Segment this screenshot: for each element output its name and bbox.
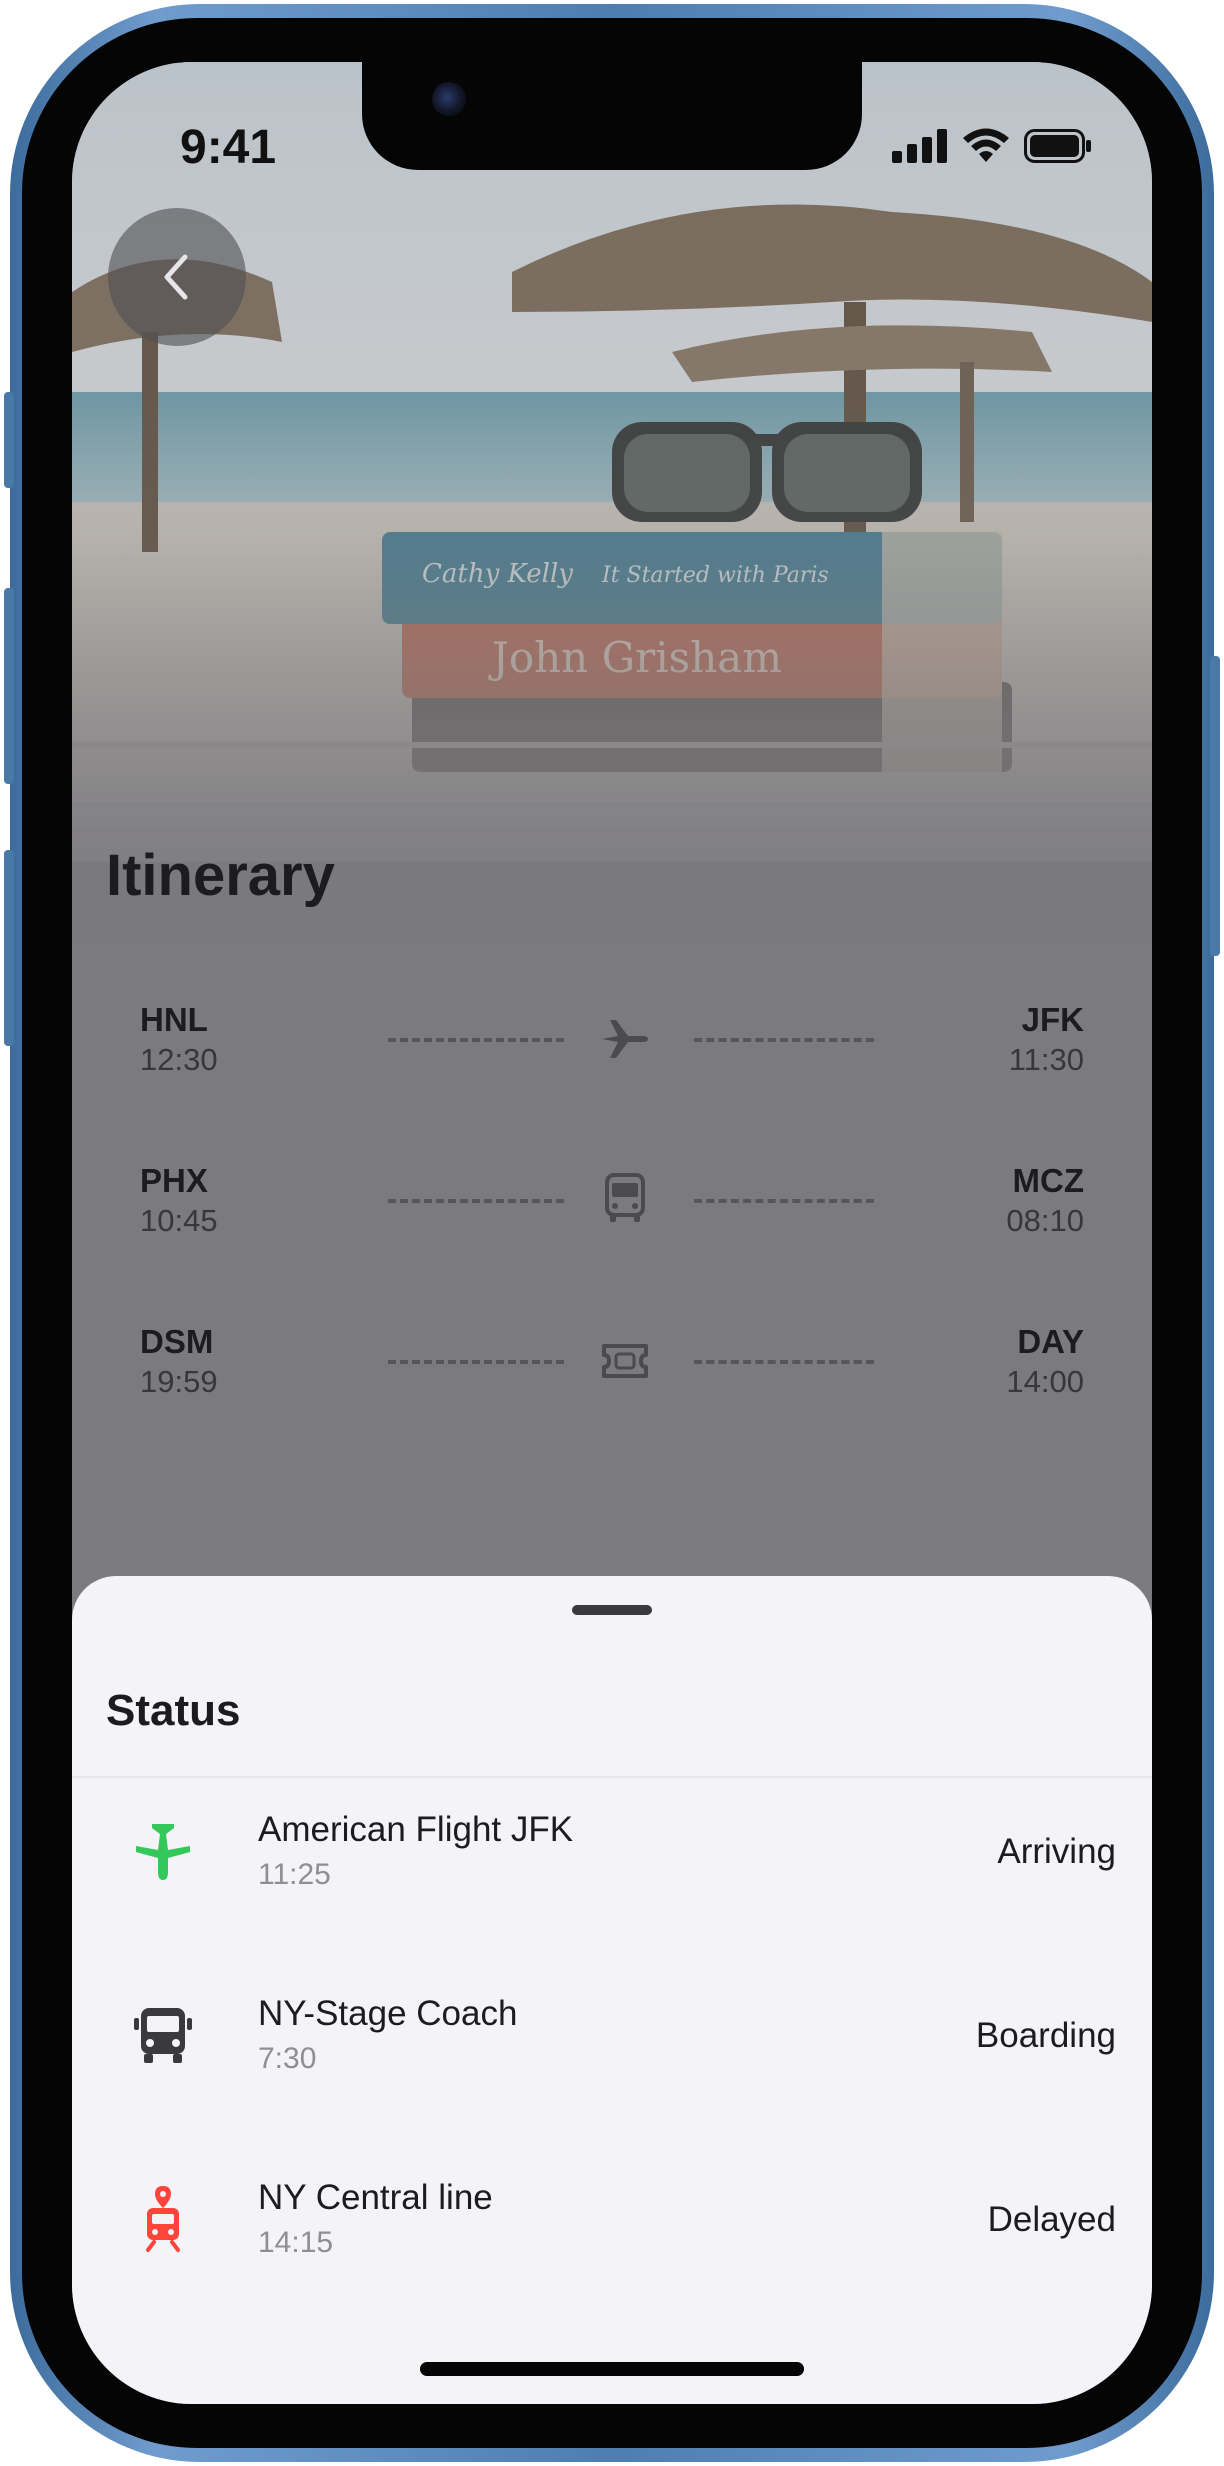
itinerary-row[interactable]: PHX 10:45 MCZ 08:10 — [140, 1161, 1084, 1261]
itinerary-row[interactable]: HNL 12:30 JFK 11:30 — [140, 1000, 1084, 1100]
wifi-icon — [963, 128, 1009, 162]
destination: MCZ 08:10 — [1006, 1161, 1084, 1241]
route-line-right — [694, 1038, 874, 1042]
destination-code: MCZ — [1012, 1162, 1084, 1199]
front-camera — [432, 82, 466, 116]
route-line-right — [694, 1360, 874, 1364]
status-item-name: NY-Stage Coach — [258, 1994, 518, 2033]
destination-time: 08:10 — [1006, 1203, 1084, 1238]
dynamic-notch — [362, 62, 862, 170]
train-icon — [146, 2186, 180, 2252]
action-button — [4, 392, 14, 488]
status-item-time: 14:15 — [258, 2226, 334, 2259]
status-list-item[interactable]: NY Central line 14:15 Delayed — [72, 2164, 1152, 2284]
status-item-state: Boarding — [975, 2016, 1116, 2055]
page-title: Itinerary — [106, 843, 335, 908]
destination-code: DAY — [1017, 1323, 1084, 1360]
destination: JFK 11:30 — [1009, 1000, 1084, 1080]
sheet-grabber[interactable] — [572, 1605, 652, 1615]
status-list-item[interactable]: NY-Stage Coach 7:30 Boarding — [72, 1980, 1152, 2100]
divider — [72, 1776, 1152, 1778]
screen: Cathy Kelly It Started with Paris John G… — [72, 62, 1152, 2404]
volume-up-button — [4, 588, 14, 784]
origin: PHX 10:45 — [140, 1161, 218, 1241]
origin: HNL 12:30 — [140, 1000, 218, 1080]
home-indicator[interactable] — [420, 2362, 804, 2376]
status-item-state: Delayed — [987, 2200, 1116, 2239]
status-bottom-sheet[interactable]: Status American Flight JFK 11:25 Arrivin… — [72, 1576, 1152, 2404]
battery-icon — [1024, 129, 1091, 163]
status-item-state: Arriving — [997, 1832, 1116, 1871]
route-line-left — [388, 1199, 564, 1203]
origin-time: 12:30 — [140, 1042, 218, 1077]
status-item-name: American Flight JFK — [258, 1810, 574, 1849]
ticket-icon — [602, 1344, 648, 1378]
bus-icon — [134, 2008, 192, 2063]
airplane-icon — [602, 1020, 648, 1058]
origin: DSM 19:59 — [140, 1322, 218, 1402]
destination-code: JFK — [1021, 1001, 1084, 1038]
back-button[interactable] — [108, 208, 246, 346]
bus-icon — [605, 1173, 645, 1222]
route-line-left — [388, 1038, 564, 1042]
origin-time: 10:45 — [140, 1203, 218, 1238]
origin-code: HNL — [140, 1001, 208, 1038]
chevron-left-icon — [164, 254, 188, 300]
status-item-time: 11:25 — [258, 1858, 331, 1891]
cellular-signal-icon — [892, 129, 947, 163]
power-button — [1210, 656, 1220, 956]
airplane-icon — [136, 1824, 190, 1880]
sheet-title: Status — [106, 1686, 241, 1735]
origin-time: 19:59 — [140, 1364, 218, 1399]
destination-time: 11:30 — [1008, 1042, 1084, 1077]
status-bar-time: 9:41 — [180, 121, 277, 174]
destination-time: 14:00 — [1006, 1364, 1084, 1399]
origin-code: DSM — [140, 1323, 214, 1360]
status-bar-icons — [892, 128, 1092, 164]
route-line-left — [388, 1360, 564, 1364]
volume-down-button — [4, 850, 14, 1046]
origin-code: PHX — [140, 1162, 208, 1199]
route-line-right — [694, 1199, 874, 1203]
status-list-item[interactable]: American Flight JFK 11:25 Arriving — [72, 1796, 1152, 1916]
status-item-name: NY Central line — [258, 2178, 493, 2217]
status-item-time: 7:30 — [258, 2042, 317, 2075]
itinerary-row[interactable]: DSM 19:59 DAY 14:00 — [140, 1322, 1084, 1422]
destination: DAY 14:00 — [1006, 1322, 1084, 1402]
